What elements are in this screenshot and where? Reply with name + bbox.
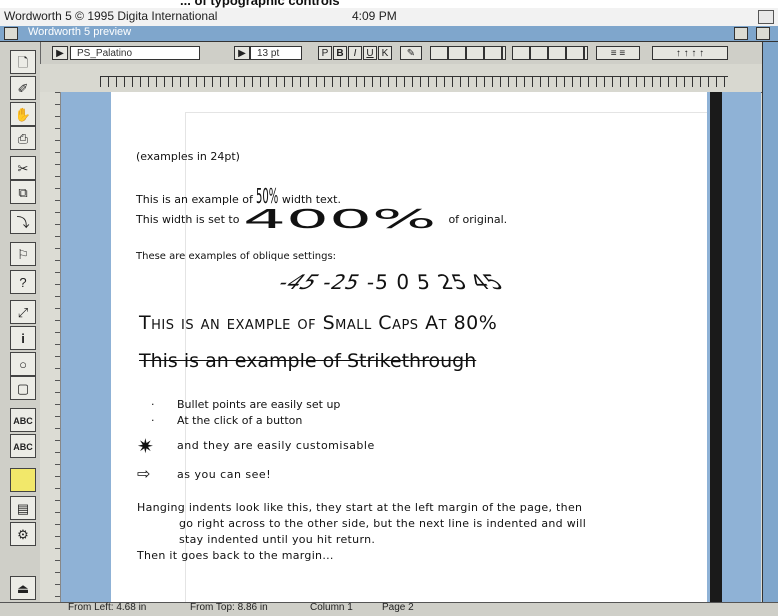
hanging-indent-line-1: Hanging indents look like this, they sta…: [137, 501, 583, 514]
strikethrough-line: This is an example of Strikethrough: [139, 350, 477, 372]
plain-button[interactable]: P: [318, 46, 332, 60]
width-400-line: This width is set to 400% of original.: [136, 206, 507, 234]
window-title-bar: Wordworth 5 preview: [0, 26, 778, 42]
bullet-item-1: Bullet points are easily set up: [177, 398, 341, 411]
spacing-buttons[interactable]: [512, 46, 588, 60]
page-shadow-edge: [710, 92, 722, 602]
italic-button[interactable]: I: [348, 46, 362, 60]
preferences-icon[interactable]: ⚙: [10, 522, 36, 546]
note-icon[interactable]: [10, 468, 36, 492]
window-title: Wordworth 5 preview: [28, 26, 132, 38]
print-icon[interactable]: ⎙: [10, 126, 36, 150]
zoom-icon[interactable]: ⤢: [10, 300, 36, 324]
cut-icon[interactable]: ✂: [10, 156, 36, 180]
style-name-field[interactable]: PS_Palatino: [70, 46, 200, 60]
hanging-indent-line-2: go right across to the other side, but t…: [179, 517, 587, 530]
alignment-buttons[interactable]: [430, 46, 506, 60]
asterisk-bullet-icon: ✷: [137, 434, 154, 458]
screen-depth-icon[interactable]: [758, 10, 774, 24]
status-column: Column 1: [310, 602, 353, 613]
status-from-top: From Top: 8.86 in: [190, 602, 268, 613]
status-bar: From Left: 4.68 in From Top: 8.86 in Col…: [0, 602, 778, 616]
new-document-icon[interactable]: 🗋: [10, 50, 36, 74]
bullet-item-2: At the click of a button: [177, 414, 303, 427]
font-size-field[interactable]: 13 pt: [250, 46, 302, 60]
width-400-before: This width is set to: [136, 213, 240, 226]
app-title: Wordworth 5 © 1995 Digita International: [4, 9, 218, 23]
find-icon[interactable]: ⚐: [10, 242, 36, 266]
open-icon[interactable]: ✐: [10, 76, 36, 100]
arrow-bullet-icon: ⇨: [137, 464, 151, 483]
bold-button[interactable]: B: [333, 46, 347, 60]
help-icon[interactable]: ?: [10, 270, 36, 294]
bullet-item-4: as you can see!: [177, 468, 272, 481]
clock: 4:09 PM: [352, 9, 397, 23]
oblique-values: -45 -25 -5 0 5 25 45: [271, 270, 511, 294]
vertical-scrollbar[interactable]: [762, 42, 778, 602]
kern-button[interactable]: K: [378, 46, 392, 60]
search-icon[interactable]: ○: [10, 352, 36, 376]
save-icon[interactable]: ✋: [10, 102, 36, 126]
left-toolbar: 🗋 ✐ ✋ ⎙ ✂ ⧉ ⤵ ⚐ ? ⤢ i ○ ▢ ABC ABC ▤ ⚙ ⏏: [0, 42, 41, 602]
small-caps-line: This is an example of Small Caps At 80%: [139, 312, 498, 334]
underline-button[interactable]: U: [363, 46, 377, 60]
gallery-icon[interactable]: ▤: [10, 496, 36, 520]
width-50-before: This is an example of: [136, 193, 253, 206]
caption-text: ... of typographic controls: [180, 0, 340, 8]
window-zoom-icon[interactable]: [734, 27, 748, 40]
window-close-icon[interactable]: [4, 27, 18, 40]
ruler-scale: [100, 76, 728, 87]
formatting-ribbon: ▶ PS_Palatino ▶ 13 pt P B I U K ✎ ≡ ≡ ↑ …: [0, 42, 778, 65]
oblique-value-minus25: -25: [319, 270, 365, 294]
tab-type-buttons[interactable]: ↑ ↑ ↑ ↑: [652, 46, 728, 60]
info-icon[interactable]: i: [10, 326, 36, 350]
screen-title-bar: Wordworth 5 © 1995 Digita International …: [0, 8, 778, 27]
vertical-ruler: [40, 92, 61, 602]
hanging-indent-line-3: stay indented until you hit return.: [179, 533, 376, 546]
style-menu-arrow-icon[interactable]: ▶: [52, 46, 68, 60]
line-spacing-buttons[interactable]: ≡ ≡: [596, 46, 640, 60]
status-page: Page 2: [382, 602, 414, 613]
width-400-value: 400%: [242, 205, 437, 235]
oblique-label: These are examples of oblique settings:: [136, 251, 337, 262]
paste-icon[interactable]: ⤵: [10, 210, 36, 234]
oblique-value-0: 0: [396, 270, 411, 294]
status-from-left: From Left: 4.68 in: [68, 602, 147, 613]
pen-icon[interactable]: ✎: [400, 46, 422, 60]
oblique-value-5: 5: [416, 270, 433, 294]
thesaurus-icon[interactable]: ABC: [10, 434, 36, 458]
bullet-item-3: and they are easily customisable: [177, 439, 375, 452]
spellcheck-icon[interactable]: ABC: [10, 408, 36, 432]
document-page[interactable]: (examples in 24pt) This is an example of…: [111, 92, 707, 602]
document-canvas[interactable]: (examples in 24pt) This is an example of…: [61, 92, 761, 602]
font-size-arrow-icon[interactable]: ▶: [234, 46, 250, 60]
hanging-indent-line-4: Then it goes back to the margin...: [137, 549, 334, 562]
oblique-value-minus5: -5: [366, 270, 391, 294]
quit-icon[interactable]: ⏏: [10, 576, 36, 600]
bullet-dot-2: ·: [151, 414, 155, 427]
copy-icon[interactable]: ⧉: [10, 180, 36, 204]
bullet-dot-1: ·: [151, 398, 155, 411]
frame-icon[interactable]: ▢: [10, 376, 36, 400]
examples-note: (examples in 24pt): [136, 150, 240, 163]
window-depth-icon[interactable]: [756, 27, 770, 40]
horizontal-ruler[interactable]: [40, 64, 778, 93]
caption-strip: ... of typographic controls: [0, 0, 778, 8]
